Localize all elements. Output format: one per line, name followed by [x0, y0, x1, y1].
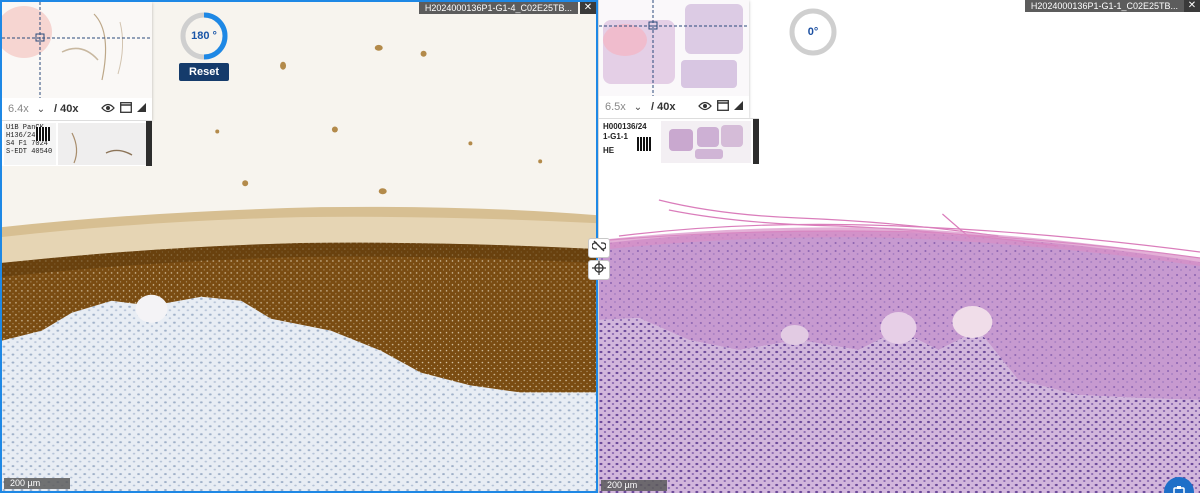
- right-viewer-title: H2024000136P1-G1-1_C02E25TB...: [1024, 0, 1184, 12]
- left-scale-bar: 200 µm: [4, 478, 70, 489]
- right-slide-macro: [661, 121, 751, 163]
- label-edge: [146, 121, 152, 166]
- right-minimap[interactable]: 6.5x ⌄ / 40x: [599, 0, 749, 118]
- left-zoom-level: 6.4x: [8, 103, 29, 115]
- label-line: H000136/24: [603, 122, 647, 131]
- left-minimap-thumbnail[interactable]: [2, 2, 152, 98]
- left-zoom-max: / 40x: [54, 103, 79, 115]
- right-rotation-dial[interactable]: 0°: [787, 6, 839, 58]
- label-edge: [753, 119, 759, 164]
- crosshair-icon: [592, 260, 606, 280]
- eye-icon[interactable]: [101, 103, 115, 116]
- right-zoom-level: 6.5x: [605, 101, 626, 113]
- corner-resize-icon[interactable]: [137, 103, 146, 115]
- left-close-button[interactable]: ✕: [580, 2, 596, 14]
- corner-resize-icon[interactable]: [734, 101, 743, 113]
- right-rotation-value: 0°: [807, 26, 819, 38]
- left-slide-viewer[interactable]: H2024000136P1-G1-4_C02E25TB... ✕ 6.4x ⌄ …: [0, 0, 598, 493]
- eye-icon[interactable]: [698, 101, 712, 114]
- right-slide-label: H000136/24 1-G1-1 HE: [599, 118, 759, 164]
- label-line: S-EDT 40540: [6, 148, 53, 156]
- label-line: S4 F1 7024: [6, 140, 49, 148]
- right-zoom-controls: 6.5x ⌄ / 40x: [599, 96, 749, 118]
- window-icon[interactable]: [717, 100, 729, 114]
- right-slide-viewer[interactable]: H2024000136P1-G1-1_C02E25TB... ✕ 6.5x ⌄ …: [598, 0, 1200, 493]
- right-close-button[interactable]: ✕: [1184, 0, 1200, 12]
- crosshair-button[interactable]: [588, 260, 610, 280]
- right-scale-bar: 200 µm: [601, 480, 667, 491]
- left-slide-macro: [58, 123, 148, 165]
- chevron-down-icon[interactable]: ⌄: [631, 102, 645, 113]
- chevron-down-icon[interactable]: ⌄: [34, 104, 48, 115]
- unlink-button[interactable]: [588, 238, 610, 258]
- left-slide-label: U1B PanCK H136/24 S4 F1 7024 S-EDT 40540: [2, 120, 152, 166]
- left-zoom-controls: 6.4x ⌄ / 40x: [2, 98, 152, 120]
- window-icon[interactable]: [120, 102, 132, 116]
- left-rotation-dial[interactable]: 180 °: [178, 10, 230, 62]
- left-rotation-value: 180 °: [191, 30, 217, 42]
- left-viewer-title: H2024000136P1-G1-4_C02E25TB...: [418, 2, 578, 14]
- reset-rotation-button[interactable]: Reset: [179, 63, 229, 81]
- qr-code-icon: [36, 127, 50, 141]
- right-zoom-max: / 40x: [651, 101, 676, 113]
- left-minimap[interactable]: 6.4x ⌄ / 40x: [2, 2, 152, 120]
- right-minimap-thumbnail[interactable]: [599, 0, 749, 96]
- qr-code-icon: [637, 137, 651, 151]
- unlink-icon: [591, 239, 607, 257]
